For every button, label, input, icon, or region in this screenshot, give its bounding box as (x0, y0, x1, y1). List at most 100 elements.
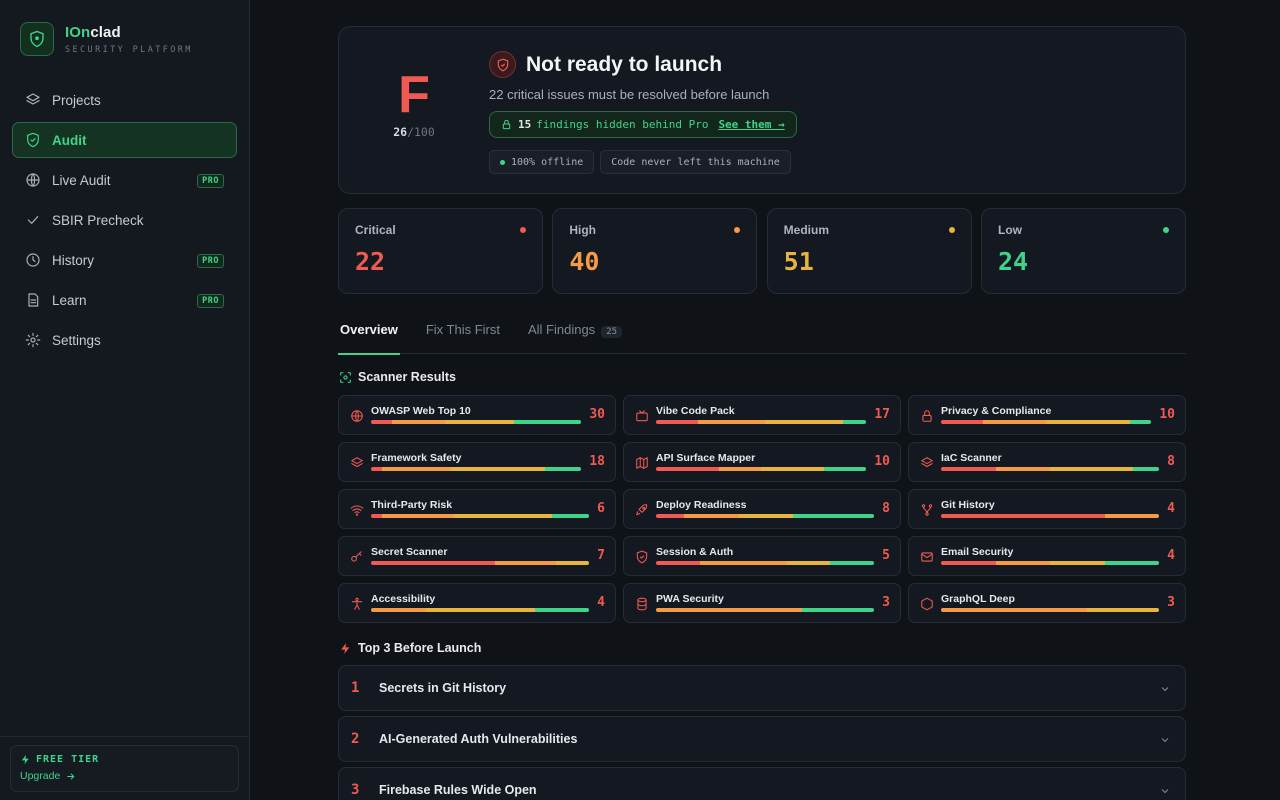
top-issue-item[interactable]: 1 Secrets in Git History (338, 665, 1186, 711)
top3-heading: Top 3 Before Launch (338, 641, 1186, 655)
issue-number: 1 (351, 680, 360, 696)
severity-bar-segment (824, 467, 866, 471)
scanner-count: 30 (589, 407, 605, 422)
scanner-card[interactable]: IaC Scanner 8 (908, 442, 1186, 482)
chevron-down-icon[interactable] (1159, 784, 1171, 800)
rocket-icon (634, 502, 649, 517)
severity-bar-segment (450, 467, 546, 471)
tab-label: Fix This First (425, 322, 500, 337)
scanner-card[interactable]: Privacy & Compliance 10 (908, 395, 1186, 435)
severity-label: Low (997, 223, 1022, 237)
tab-overview[interactable]: Overview (338, 314, 400, 355)
wifi-icon (349, 502, 364, 517)
issue-title: Secrets in Git History (379, 681, 507, 695)
severity-bar-segment (983, 420, 1046, 424)
scanner-card[interactable]: Accessibility 4 (338, 583, 616, 623)
scanner-card[interactable]: Email Security 4 (908, 536, 1186, 576)
sidebar-item-sbir-precheck[interactable]: SBIR Precheck (12, 202, 237, 238)
upgrade-link[interactable]: Upgrade (20, 770, 229, 782)
scanner-name: Third-Party Risk (371, 499, 453, 511)
scanner-card[interactable]: GraphQL Deep 3 (908, 583, 1186, 623)
severity-bar (656, 561, 874, 565)
issue-number: 2 (351, 731, 360, 747)
brand[interactable]: IOnclad SECURITY PLATFORM (20, 22, 193, 56)
scanner-count: 4 (1167, 548, 1175, 563)
grade-block: F 26/100 (381, 67, 447, 139)
severity-bar (656, 514, 874, 518)
sidebar: IOnclad SECURITY PLATFORM Projects Audit L… (0, 0, 250, 800)
scanner-card[interactable]: Third-Party Risk 6 (338, 489, 616, 529)
sidebar-item-label: Projects (52, 92, 101, 108)
scanner-card[interactable]: Vibe Code Pack 17 (623, 395, 901, 435)
scanner-card[interactable]: Git History 4 (908, 489, 1186, 529)
severity-bar-segment (371, 420, 392, 424)
sidebar-item-history[interactable]: History PRO (12, 242, 237, 278)
scanner-card[interactable]: PWA Security 3 (623, 583, 901, 623)
severity-bar (371, 561, 589, 565)
severity-bar (941, 467, 1159, 471)
severity-summary: Critical 22 High 40 Medium 51 Low 24 (338, 208, 1186, 294)
scanner-card[interactable]: OWASP Web Top 10 30 (338, 395, 616, 435)
tab-bar: Overview Fix This First All Findings 25 (338, 314, 1186, 355)
scanner-card[interactable]: Session & Auth 5 (623, 536, 901, 576)
severity-bar-segment (656, 608, 803, 612)
severity-card-high[interactable]: High 40 (552, 208, 758, 294)
severity-card-low[interactable]: Low 24 (980, 208, 1186, 294)
chevron-down-icon[interactable] (1159, 682, 1171, 700)
sidebar-item-audit[interactable]: Audit (12, 122, 237, 158)
sidebar-item-learn[interactable]: Learn PRO (12, 282, 237, 318)
tier-title: FREE TIER (20, 754, 229, 765)
scanner-count: 7 (597, 548, 605, 563)
severity-label: Critical (355, 223, 396, 237)
scanner-card[interactable]: Secret Scanner 7 (338, 536, 616, 576)
pro-badge: PRO (197, 174, 224, 188)
tab-fix-this-first[interactable]: Fix This First (424, 314, 502, 354)
severity-bar-segment (381, 514, 454, 518)
shield-icon (634, 549, 649, 564)
severity-bar-segment (556, 561, 589, 565)
severity-bar (371, 514, 589, 518)
scanner-name: Accessibility (371, 593, 436, 605)
tab-all-findings[interactable]: All Findings 25 (526, 314, 624, 354)
severity-bar (941, 608, 1159, 612)
sidebar-nav: Projects Audit Live Audit PRO SBIR Precheck H… (12, 82, 237, 362)
tv-icon (634, 408, 649, 423)
severity-bar-segment (793, 514, 874, 518)
sidebar-item-settings[interactable]: Settings (12, 322, 237, 358)
top-issue-item[interactable]: 3 Firebase Rules Wide Open (338, 767, 1186, 800)
scanner-card[interactable]: Framework Safety 18 (338, 442, 616, 482)
severity-dot (948, 227, 955, 233)
severity-count: 40 (569, 247, 600, 276)
hidden-findings-pill[interactable]: 15 findings hidden behind Pro See them → (489, 111, 797, 138)
chevron-down-icon[interactable] (1159, 733, 1171, 751)
severity-count: 22 (355, 247, 386, 276)
severity-bar-segment (425, 608, 535, 612)
severity-bar (371, 608, 589, 612)
scanner-card[interactable]: API Surface Mapper 10 (623, 442, 901, 482)
see-them-link[interactable]: See them → (718, 118, 784, 131)
scanner-card[interactable]: Deploy Readiness 8 (623, 489, 901, 529)
severity-card-critical[interactable]: Critical 22 (338, 208, 543, 294)
severity-bar-segment (371, 467, 382, 471)
severity-bar-segment (513, 420, 581, 424)
severity-bar (941, 514, 1159, 518)
severity-count: 51 (783, 247, 814, 276)
sidebar-item-live-audit[interactable]: Live Audit PRO (12, 162, 237, 198)
status-title: Not ready to launch (526, 52, 723, 76)
severity-bar-segment (995, 561, 1050, 565)
mail-icon (919, 549, 934, 564)
scanner-count: 5 (882, 548, 890, 563)
severity-bar-segment (699, 561, 787, 565)
severity-bar-segment (1104, 561, 1159, 565)
severity-bar-segment (941, 420, 983, 424)
sidebar-item-label: Learn (52, 292, 87, 308)
sidebar-item-projects[interactable]: Projects (12, 82, 237, 118)
scanner-name: Framework Safety (371, 452, 462, 464)
scanner-results-heading: Scanner Results (338, 370, 1186, 384)
top-issue-item[interactable]: 2 AI-Generated Auth Vulnerabilities (338, 716, 1186, 762)
severity-bar-segment (545, 467, 581, 471)
sidebar-item-label: Settings (52, 332, 101, 348)
severity-bar-segment (719, 467, 761, 471)
severity-card-medium[interactable]: Medium 51 (766, 208, 972, 294)
shield-logo-icon (20, 22, 54, 56)
